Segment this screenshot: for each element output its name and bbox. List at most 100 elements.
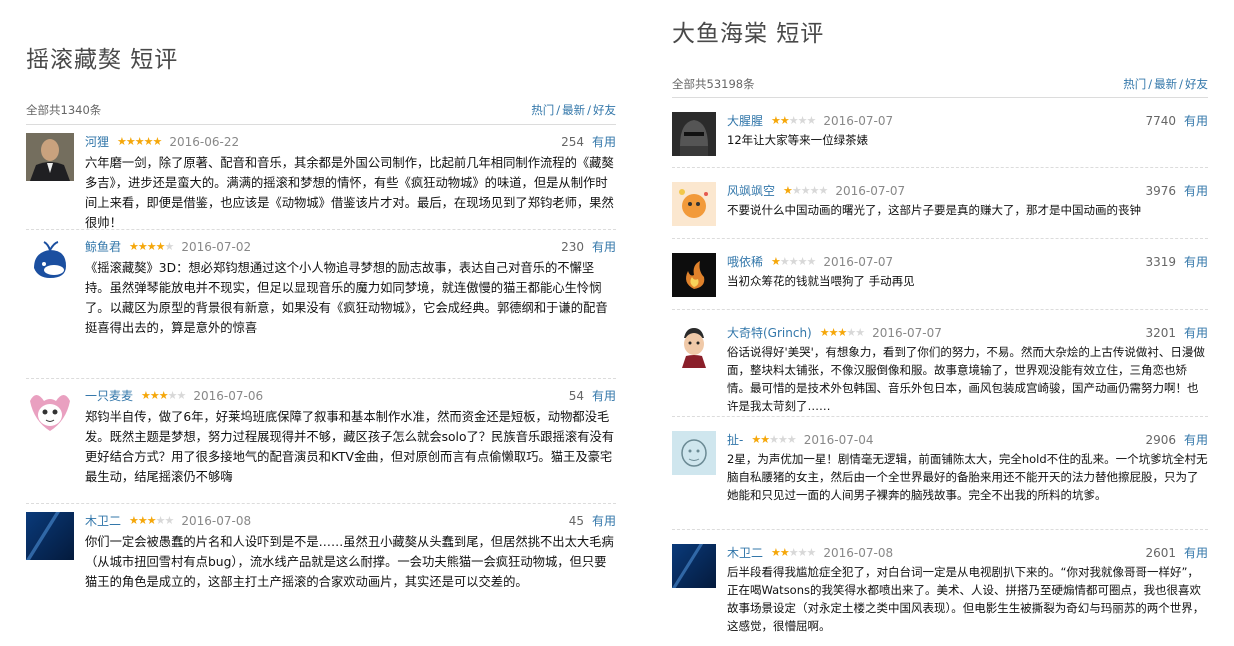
star-filled-icon: ★ [117, 135, 127, 148]
comment-content: 扯- ★★★★★ 2016-07-04 2906 有用 2星，为声优加一星！剧情毫无逻辑，… [727, 431, 1208, 529]
username-link[interactable]: 大腥腥 [727, 112, 763, 130]
vote-count: 3319 [1145, 255, 1176, 269]
avatar-blue-space[interactable] [26, 512, 74, 560]
star-empty-icon: ★ [800, 184, 811, 197]
total-count: 全部共53198条 [672, 77, 755, 91]
star-empty-icon: ★ [797, 255, 808, 268]
star-empty-icon: ★ [806, 546, 817, 559]
star-filled-icon: ★ [146, 240, 157, 253]
star-filled-icon: ★ [771, 546, 781, 559]
star-filled-icon: ★ [149, 389, 160, 402]
sort-hot-link[interactable]: 热门 [1123, 77, 1146, 91]
avatar-fire-dark[interactable] [672, 253, 716, 297]
comment-text: 《摇滚藏獒》3D：想必郑钧想通过这个小人物追寻梦想的励志故事，表达自己对音乐的不… [85, 261, 608, 335]
username-link[interactable]: 扯- [727, 431, 743, 449]
username-link[interactable]: 鲸鱼君 [85, 238, 121, 256]
username-link[interactable]: 哦依稀 [727, 253, 763, 271]
rating-stars: ★★★★★ [783, 182, 828, 200]
username-link[interactable]: 风飒飒空 [727, 182, 775, 200]
star-empty-icon: ★ [855, 326, 865, 339]
star-empty-icon: ★ [806, 114, 817, 127]
comment-text: 后半段看得我尴尬症全犯了，对白台词一定是从电视剧扒下来的。“你对我就像哥哥一样好… [727, 565, 1205, 633]
comment-header: 木卫二 ★★★★★ 2016-07-08 2601 有用 [727, 544, 1208, 562]
comment-content: 木卫二 ★★★★★ 2016-07-08 45 有用 你们一定会被愚蠢的片名和人设吓到是不… [85, 512, 616, 612]
page-title: 摇滚藏獒 短评 [26, 47, 179, 73]
comment-item: 鲸鱼君 ★★★★★ 2016-07-02 230 有用 《摇滚藏獒》3D：想必郑钧想通过这… [26, 232, 616, 379]
useful-button[interactable]: 有用 [1184, 544, 1208, 562]
comment-item: 木卫二 ★★★★★ 2016-07-08 45 有用 你们一定会被愚蠢的片名和人设吓到是不… [26, 506, 616, 612]
avatar-cartoon-fox[interactable] [26, 387, 74, 435]
star-filled-icon: ★ [828, 326, 839, 339]
star-empty-icon: ★ [164, 514, 175, 527]
useful-button[interactable]: 有用 [592, 133, 616, 151]
comment-content: 一只麦麦 ★★★★★ 2016-07-06 54 有用 郑钧半自传，做了6年，好莱坞班底保… [85, 387, 616, 503]
star-filled-icon: ★ [152, 135, 163, 148]
comment-text: 俗话说得好'美哭'，有想象力，看到了你们的努力，不易。然而大杂烩的上古传说做衬、… [727, 345, 1205, 413]
comment-header: 风飒飒空 ★★★★★ 2016-07-07 3976 有用 [727, 182, 1208, 200]
username-link[interactable]: 木卫二 [727, 544, 763, 562]
star-empty-icon: ★ [779, 255, 790, 268]
vote-count: 54 [568, 389, 584, 403]
avatar-orange-cartoon[interactable] [672, 182, 716, 226]
username-link[interactable]: 大奇特(Grinch) [727, 324, 812, 342]
comment-item: 哦依稀 ★★★★★ 2016-07-07 3319 有用 当初众筹花的钱就当喂狗了 手动再… [672, 247, 1208, 310]
rating-stars: ★★★★★ [819, 324, 865, 342]
useful-button[interactable]: 有用 [592, 238, 616, 256]
star-filled-icon: ★ [771, 114, 781, 127]
star-empty-icon: ★ [777, 433, 788, 446]
comment-item: 大奇特(Grinch) ★★★★★ 2016-07-07 3201 有用 俗话说得好'美哭… [672, 318, 1208, 417]
useful-button[interactable]: 有用 [592, 387, 616, 405]
useful-button[interactable]: 有用 [1184, 182, 1208, 200]
comment-item: 一只麦麦 ★★★★★ 2016-07-06 54 有用 郑钧半自传，做了6年，好莱坞班底保… [26, 381, 616, 504]
avatar-cartoon-man[interactable] [672, 324, 716, 368]
username-link[interactable]: 木卫二 [85, 512, 121, 530]
star-filled-icon: ★ [819, 326, 830, 339]
star-empty-icon: ★ [164, 240, 175, 253]
star-empty-icon: ★ [797, 546, 808, 559]
comment-content: 大腥腥 ★★★★★ 2016-07-07 7740 有用 12年让大家等来一位绿茶婊 [727, 112, 1208, 167]
comment-header: 河狸 ★★★★★ 2016-06-22 254 有用 [85, 133, 616, 151]
sort-latest-link[interactable]: 最新 [1154, 77, 1177, 91]
avatar-man-in-suit[interactable] [26, 133, 74, 181]
sort-latest-link[interactable]: 最新 [562, 103, 585, 117]
comment-item: 木卫二 ★★★★★ 2016-07-08 2601 有用 后半段看得我尴尬症全犯了，对白台… [672, 538, 1208, 646]
useful-button[interactable]: 有用 [1184, 112, 1208, 130]
avatar-blue-space[interactable] [672, 544, 716, 588]
username-link[interactable]: 河狸 [85, 133, 109, 151]
sort-friends-link[interactable]: 好友 [593, 103, 616, 117]
sort-friends-link[interactable]: 好友 [1185, 77, 1208, 91]
comment-header: 鲸鱼君 ★★★★★ 2016-07-02 230 有用 [85, 238, 616, 256]
star-filled-icon: ★ [155, 240, 166, 253]
page-title: 大鱼海棠 短评 [672, 21, 825, 47]
comment-list: 河狸 ★★★★★ 2016-06-22 254 有用 六年磨一剑，除了原著、配音和音乐，其… [26, 127, 616, 612]
star-filled-icon: ★ [129, 240, 139, 253]
star-filled-icon: ★ [137, 514, 148, 527]
star-filled-icon: ★ [158, 389, 169, 402]
useful-button[interactable]: 有用 [1184, 431, 1208, 449]
rating-stars: ★★★★★ [141, 387, 186, 405]
rating-stars: ★★★★★ [751, 431, 796, 449]
avatar-dark-helmet[interactable] [672, 112, 716, 156]
comment-header: 一只麦麦 ★★★★★ 2016-07-06 54 有用 [85, 387, 616, 405]
left-panel: 摇滚藏獒 短评 全部共1340条 热门 / 最新 / 好友 河狸 ★★★★★ 2016-06… [26, 0, 616, 612]
useful-button[interactable]: 有用 [1184, 324, 1208, 342]
comment-text: 12年让大家等来一位绿茶婊 [727, 133, 869, 147]
comment-date: 2016-07-04 [803, 433, 874, 447]
comment-item: 河狸 ★★★★★ 2016-06-22 254 有用 六年磨一剑，除了原著、配音和音乐，其… [26, 127, 616, 230]
avatar-sketch-face[interactable] [672, 431, 716, 475]
useful-button[interactable]: 有用 [592, 512, 616, 530]
comment-date: 2016-06-22 [169, 135, 240, 149]
sort-hot-link[interactable]: 热门 [531, 103, 554, 117]
star-empty-icon: ★ [788, 546, 799, 559]
right-panel: 大鱼海棠 短评 全部共53198条 热门 / 最新 / 好友 大腥腥 ★★★★★ 2016-… [672, 0, 1208, 646]
useful-button[interactable]: 有用 [1184, 253, 1208, 271]
star-filled-icon: ★ [134, 135, 145, 148]
avatar-blue-whale[interactable] [26, 238, 74, 286]
comment-content: 木卫二 ★★★★★ 2016-07-08 2601 有用 后半段看得我尴尬症全犯了，对白台… [727, 544, 1208, 646]
rating-stars: ★★★★★ [129, 512, 175, 530]
username-link[interactable]: 一只麦麦 [85, 387, 133, 405]
star-filled-icon: ★ [141, 389, 151, 402]
comment-date: 2016-07-07 [823, 114, 894, 128]
rating-stars: ★★★★★ [129, 238, 175, 256]
comment-text: 郑钧半自传，做了6年，好莱坞班底保障了叙事和基本制作水准，然而资金还是短板，动物… [85, 410, 615, 484]
